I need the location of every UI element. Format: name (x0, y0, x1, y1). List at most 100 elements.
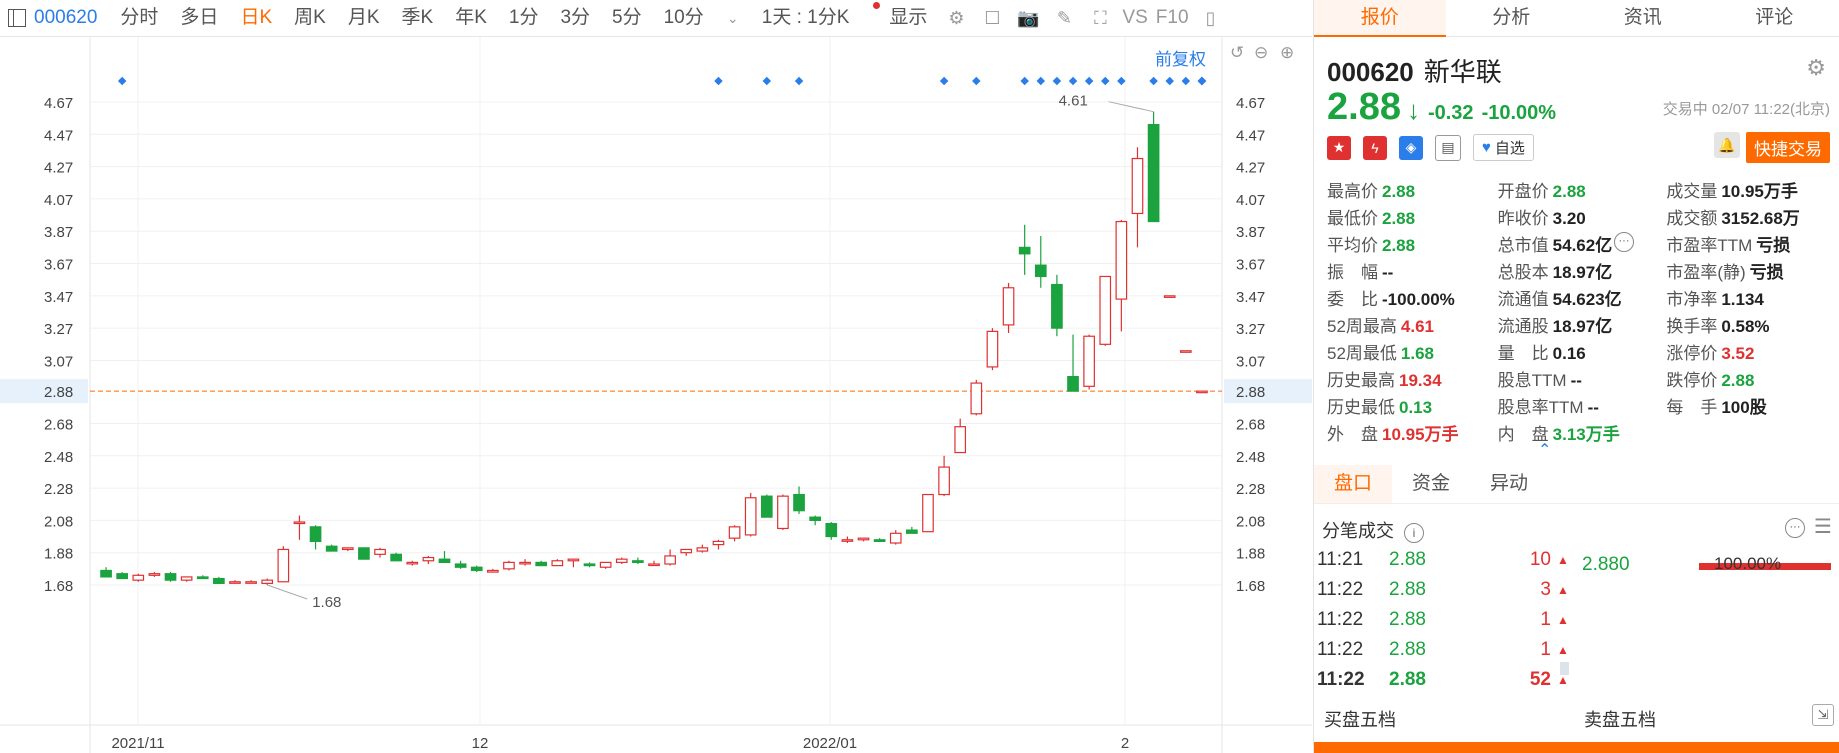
candle-body (374, 548, 386, 555)
gear-icon[interactable]: ⚙ (945, 7, 967, 29)
event-marker-icon (1197, 76, 1207, 86)
zoom-in-icon[interactable]: ⊕ (1280, 43, 1294, 63)
tab-funds[interactable]: 资金 (1392, 465, 1470, 503)
period-quarter[interactable]: 季K (391, 0, 445, 36)
kline-svg: 4.67 4.67 4.47 4.47 4.27 4.27 4.07 4.07 3.87 3.87… (0, 37, 1312, 753)
tick-row: 11:22 2.88 1 ▲ (1317, 605, 1837, 635)
stat-label: 外 盘 (1327, 425, 1378, 444)
period-intraday[interactable]: 分时 (109, 0, 169, 36)
f10-button[interactable]: F10 (1152, 0, 1193, 36)
period-week[interactable]: 周K (283, 0, 337, 36)
stat-cell (1666, 421, 1837, 448)
event-marker-icon (762, 76, 772, 86)
stat-value: 18.97亿 (1552, 263, 1613, 282)
stat-cell: 历史最高 19.34 (1327, 367, 1498, 394)
stat-cell: 平均价 2.88 (1327, 232, 1498, 259)
period-year[interactable]: 年K (444, 0, 498, 36)
stat-cell: 历史最低 0.13 (1327, 394, 1498, 421)
tick-volume: 1 (1540, 609, 1551, 630)
fullscreen-icon[interactable]: ⛶ (1089, 7, 1111, 29)
camera-icon[interactable]: 📷 (1017, 7, 1039, 29)
stat-value: 2.88 (1721, 371, 1755, 390)
tick-time: 11:21 (1317, 549, 1364, 570)
quick-trade-button[interactable]: 快捷交易 (1746, 132, 1830, 163)
more-icon[interactable]: ··· (1614, 232, 1634, 252)
window-icon[interactable] (8, 9, 26, 27)
candle-body (1179, 350, 1192, 353)
tab-comments[interactable]: 评论 (1709, 0, 1839, 36)
heart-icon: ♥ (1482, 139, 1491, 156)
vs-button[interactable]: VS (1118, 0, 1151, 36)
period-1min[interactable]: 1分 (498, 0, 550, 36)
collapse-panel-icon[interactable]: ⇲ (1812, 704, 1834, 726)
tab-analysis[interactable]: 分析 (1446, 0, 1578, 36)
tab-orderbook[interactable]: 盘口 (1314, 465, 1393, 503)
bell-icon[interactable]: 🔔 (1714, 132, 1740, 158)
event-marker-icon (1101, 76, 1110, 86)
period-multiday[interactable]: 多日 (169, 0, 229, 36)
kline-chart[interactable]: 4.67 4.67 4.47 4.47 4.27 4.27 4.07 4.07 3.87 3.87… (0, 37, 1312, 753)
bookmark-icon[interactable]: ▤ (1435, 134, 1461, 161)
stat-cell: 总股本 18.97亿 (1498, 259, 1667, 286)
settings-gear-icon[interactable]: ⚙ (1806, 55, 1826, 81)
range-select[interactable]: 1天 : 1分K (751, 0, 861, 36)
stat-value: 亏损 (1756, 236, 1791, 255)
candle-body (1163, 295, 1176, 298)
tab-quote[interactable]: 报价 (1314, 0, 1446, 37)
tick-price: 2.88 (1389, 579, 1426, 600)
stat-cell: 跌停价 2.88 (1666, 367, 1837, 394)
candle-body (454, 563, 467, 568)
event-marker-icon (1052, 76, 1062, 86)
period-3min[interactable]: 3分 (549, 0, 601, 36)
zoom-out-icon[interactable]: ⊖ (1254, 43, 1268, 63)
collapse-chevron-icon[interactable]: ⌃ (1538, 440, 1551, 460)
y-tick-label-right: 2.48 (1236, 449, 1265, 466)
up-triangle-icon: ▲ (1557, 613, 1569, 627)
stat-cell: 总市值 54.62亿 (1498, 232, 1667, 259)
candle-body (293, 521, 306, 525)
stat-value: 18.97亿 (1552, 317, 1613, 336)
square-icon[interactable]: ☐ (981, 7, 1003, 29)
panel-toggle-icon[interactable]: ▯ (1200, 7, 1222, 29)
pencil-icon[interactable]: ✎ (1053, 7, 1075, 29)
options-icon[interactable]: ··· (1785, 518, 1805, 538)
list-icon[interactable]: ☰ (1814, 514, 1832, 539)
stat-label: 总股本 (1497, 263, 1549, 282)
y-tick-label-left: 3.87 (44, 224, 73, 241)
tab-movement[interactable]: 异动 (1470, 465, 1548, 503)
y-tick-label-left: 2.28 (44, 481, 73, 498)
stat-cell: 委 比 -100.00% (1327, 286, 1498, 313)
stat-value: 2.88 (1382, 236, 1416, 255)
candle-body (986, 330, 999, 368)
display-menu[interactable]: 显示 (878, 0, 938, 36)
event-marker-icon (1068, 76, 1078, 86)
stat-label: 成交额 (1666, 209, 1718, 228)
candle-body (422, 556, 435, 562)
candle-body (760, 495, 773, 518)
y-tick-label-right: 3.87 (1236, 224, 1265, 241)
stat-value: 3152.68万 (1721, 209, 1800, 228)
info-icon[interactable]: i (1404, 523, 1424, 543)
stat-cell: 52周最高 4.61 (1327, 313, 1498, 340)
chevron-down-icon[interactable]: ⌄ (722, 7, 744, 29)
tag-icon[interactable]: ◈ (1399, 135, 1423, 160)
period-5min[interactable]: 5分 (601, 0, 653, 36)
candle-body (680, 548, 693, 554)
candle-body (1147, 124, 1160, 223)
stats-grid: 最高价 2.88 开盘价 2.88 成交量 10.95万手 最低价 2.88 昨收价 3.20 成交… (1327, 178, 1837, 448)
period-month[interactable]: 月K (337, 0, 391, 36)
undo-icon[interactable]: ↺ (1230, 43, 1244, 63)
stock-code-label: 000620 (1327, 57, 1414, 87)
add-watchlist-button[interactable]: ♥ 自选 (1473, 134, 1534, 161)
candle-body (648, 563, 660, 567)
stat-cell: 最低价 2.88 (1327, 205, 1498, 232)
lightning-icon[interactable]: ϟ (1363, 135, 1387, 160)
stat-label: 跌停价 (1666, 371, 1718, 390)
adjust-label[interactable]: 前复权 (1155, 45, 1206, 70)
period-10min[interactable]: 10分 (653, 0, 715, 36)
x-tick-label: 2022/01 (803, 735, 857, 752)
tab-news[interactable]: 资讯 (1577, 0, 1709, 36)
y-tick-label-left: 4.07 (44, 192, 73, 209)
candle-body (341, 547, 354, 551)
period-day[interactable]: 日K (229, 0, 283, 36)
